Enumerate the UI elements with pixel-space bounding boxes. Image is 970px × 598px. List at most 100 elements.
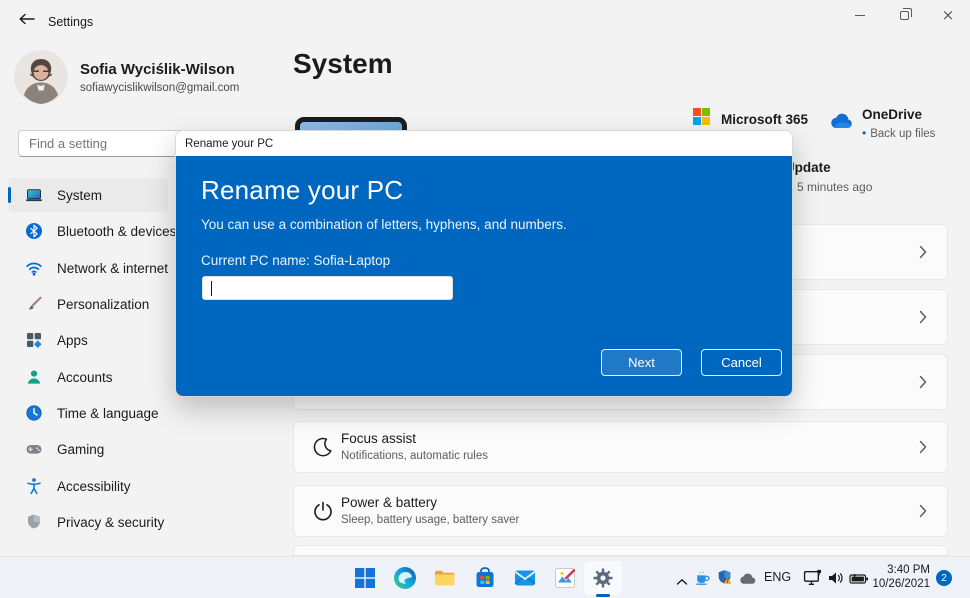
profile-name: Sofia Wyciślik-Wilson	[80, 61, 235, 78]
chevron-right-icon	[919, 245, 927, 259]
close-icon: ×	[942, 6, 955, 24]
row-subtitle: Notifications, automatic rules	[341, 450, 488, 462]
cancel-button[interactable]: Cancel	[701, 349, 782, 376]
sidebar-item-time-language[interactable]: Time & language	[8, 396, 168, 430]
file-explorer-icon[interactable]	[433, 566, 457, 590]
current-pc-name-label: Current PC name: Sofia-Laptop	[201, 253, 390, 268]
clock[interactable]: 3:40 PM 10/26/2021	[868, 563, 930, 591]
onedrive-tray-icon[interactable]	[738, 572, 757, 590]
cup-app-icon[interactable]	[694, 569, 711, 591]
sidebar-item-personalization[interactable]: Personalization	[8, 287, 168, 321]
profile-email: sofiawycislikwilson@gmail.com	[80, 82, 239, 94]
person-icon	[25, 368, 43, 386]
status-bullet: •	[862, 126, 866, 140]
restore-icon	[900, 11, 909, 20]
dialog-body: Rename your PC You can use a combination…	[176, 156, 792, 397]
sidebar-item-label: Privacy & security	[57, 515, 164, 530]
chevron-right-icon	[919, 504, 927, 518]
sidebar-item-accessibility[interactable]: Accessibility	[8, 469, 168, 503]
bluetooth-icon	[25, 222, 43, 240]
shield-icon	[25, 513, 43, 531]
edge-icon[interactable]	[393, 566, 417, 590]
gamepad-icon	[25, 440, 43, 458]
text-cursor	[211, 281, 212, 296]
sidebar-item-label: Network & internet	[57, 261, 168, 276]
sidebar-item-privacy-security[interactable]: Privacy & security	[8, 505, 168, 539]
chevron-right-icon	[919, 310, 927, 324]
sidebar-item-label: Accessibility	[57, 479, 131, 494]
tray-chevron-up-icon[interactable]	[676, 573, 688, 591]
language-indicator[interactable]: ENG	[764, 570, 791, 584]
mail-icon[interactable]	[513, 566, 537, 590]
sidebar-item-label: Bluetooth & devices	[57, 224, 176, 239]
dialog-description: You can use a combination of letters, hy…	[201, 217, 567, 232]
onedrive-promo[interactable]: OneDrive • Back up files	[828, 105, 948, 145]
back-button[interactable]	[14, 10, 40, 32]
sidebar-item-label: Personalization	[57, 297, 149, 312]
next-button[interactable]: Next	[601, 349, 682, 376]
active-app-indicator	[596, 594, 610, 597]
laptop-icon	[25, 186, 43, 204]
taskbar: ENG 3:40 PM 10/26/2021 2	[0, 556, 970, 598]
security-shield-icon[interactable]	[716, 569, 733, 591]
moon-icon	[312, 436, 334, 458]
close-button[interactable]: ×	[926, 0, 970, 30]
chevron-right-icon	[919, 375, 927, 389]
row-subtitle: Sleep, battery usage, battery saver	[341, 514, 519, 526]
date-text: 10/26/2021	[868, 577, 930, 591]
sidebar-item-accounts[interactable]: Accounts	[8, 360, 168, 394]
chevron-right-icon	[919, 440, 927, 454]
paint-icon[interactable]	[553, 566, 577, 590]
onedrive-label: OneDrive	[862, 107, 922, 122]
store-icon[interactable]	[473, 566, 497, 590]
network-tray-icon[interactable]	[803, 569, 822, 591]
settings-row-power-battery[interactable]: Power & battery Sleep, battery usage, ba…	[293, 485, 948, 537]
sidebar-item-label: Time & language	[57, 406, 159, 421]
sidebar-item-bluetooth-devices[interactable]: Bluetooth & devices	[8, 214, 168, 248]
page-title: System	[293, 48, 393, 80]
selected-indicator	[8, 187, 11, 203]
windows-update-status: 5 minutes ago	[797, 180, 962, 194]
accessibility-icon	[25, 477, 43, 495]
settings-row-partial[interactable]	[293, 545, 948, 556]
microsoft-365-label: Microsoft 365	[721, 112, 808, 127]
dialog-heading: Rename your PC	[201, 175, 403, 206]
onedrive-cloud-icon	[828, 113, 854, 129]
power-icon	[312, 500, 334, 522]
avatar[interactable]	[14, 50, 68, 104]
apps-icon	[25, 331, 43, 349]
notification-badge[interactable]: 2	[936, 570, 952, 586]
window-controls: ×	[838, 0, 970, 30]
dialog-titlebar: Rename your PC	[176, 131, 792, 156]
clock-icon	[25, 404, 43, 422]
battery-icon[interactable]	[849, 572, 869, 590]
sidebar-item-network-internet[interactable]: Network & internet	[8, 251, 168, 285]
sidebar-item-label: Apps	[57, 333, 88, 348]
onedrive-status: • Back up files	[862, 126, 935, 140]
back-arrow-icon	[19, 12, 35, 30]
sidebar-item-label: Gaming	[57, 442, 104, 457]
start-button[interactable]	[353, 566, 377, 590]
settings-row-focus-assist[interactable]: Focus assist Notifications, automatic ru…	[293, 421, 948, 473]
microsoft-logo-icon	[693, 108, 710, 130]
restore-button[interactable]	[882, 0, 926, 30]
onedrive-status-text: Back up files	[870, 128, 935, 140]
sidebar-item-label: System	[57, 188, 102, 203]
sidebar-item-label: Accounts	[57, 370, 113, 385]
volume-icon[interactable]	[827, 570, 845, 591]
rename-pc-dialog: Rename your PC Rename your PC You can us…	[175, 130, 793, 397]
sidebar-item-system[interactable]: System	[8, 178, 168, 212]
brush-icon	[25, 295, 43, 313]
minimize-button[interactable]	[838, 0, 882, 30]
minimize-icon	[855, 15, 865, 16]
pc-name-input[interactable]	[202, 276, 453, 300]
row-title: Power & battery	[341, 495, 437, 510]
window-title: Settings	[48, 15, 93, 29]
microsoft-365-promo[interactable]: Microsoft 365	[693, 108, 808, 130]
time-text: 3:40 PM	[868, 563, 930, 577]
sidebar-item-gaming[interactable]: Gaming	[8, 432, 168, 466]
sidebar-item-apps[interactable]: Apps	[8, 323, 168, 357]
row-title: Focus assist	[341, 431, 416, 446]
settings-icon[interactable]	[591, 566, 615, 590]
wifi-icon	[25, 259, 43, 277]
